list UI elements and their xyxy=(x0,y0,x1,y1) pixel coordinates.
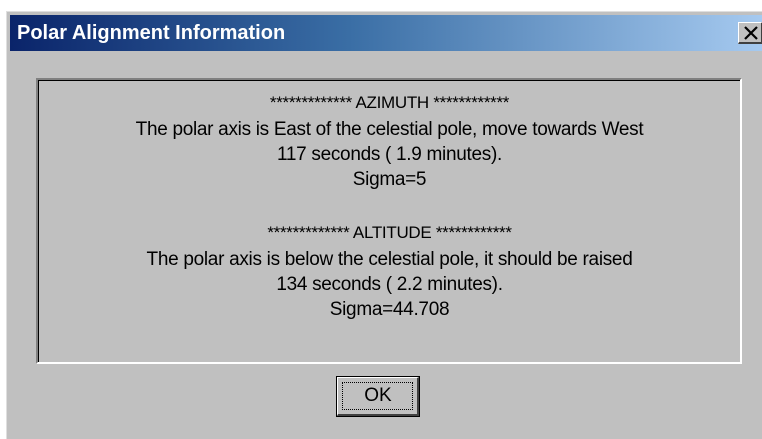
ok-button[interactable]: OK xyxy=(336,376,420,417)
window-title: Polar Alignment Information xyxy=(17,22,286,44)
azimuth-header: ************* AZIMUTH ************ xyxy=(269,93,510,112)
altitude-sigma: Sigma=44.708 xyxy=(329,299,450,320)
azimuth-sigma: Sigma=5 xyxy=(352,169,427,190)
altitude-header: ************* ALTITUDE ************ xyxy=(267,223,512,242)
title-bar[interactable]: Polar Alignment Information xyxy=(10,15,762,51)
alignment-info-panel: ************* AZIMUTH ************ The p… xyxy=(36,78,742,364)
ok-button-label: OK xyxy=(364,385,392,406)
polar-alignment-dialog: Polar Alignment Information ************… xyxy=(6,11,762,439)
alignment-info-panel-inner: ************* AZIMUTH ************ The p… xyxy=(38,80,740,362)
altitude-amount: 134 seconds ( 2.2 minutes). xyxy=(276,274,503,295)
azimuth-amount: 117 seconds ( 1.9 minutes). xyxy=(277,144,502,165)
altitude-direction: The polar axis is below the celestial po… xyxy=(146,249,633,270)
close-button[interactable] xyxy=(738,22,762,44)
azimuth-direction: The polar axis is East of the celestial … xyxy=(135,119,644,140)
close-icon xyxy=(744,26,758,40)
